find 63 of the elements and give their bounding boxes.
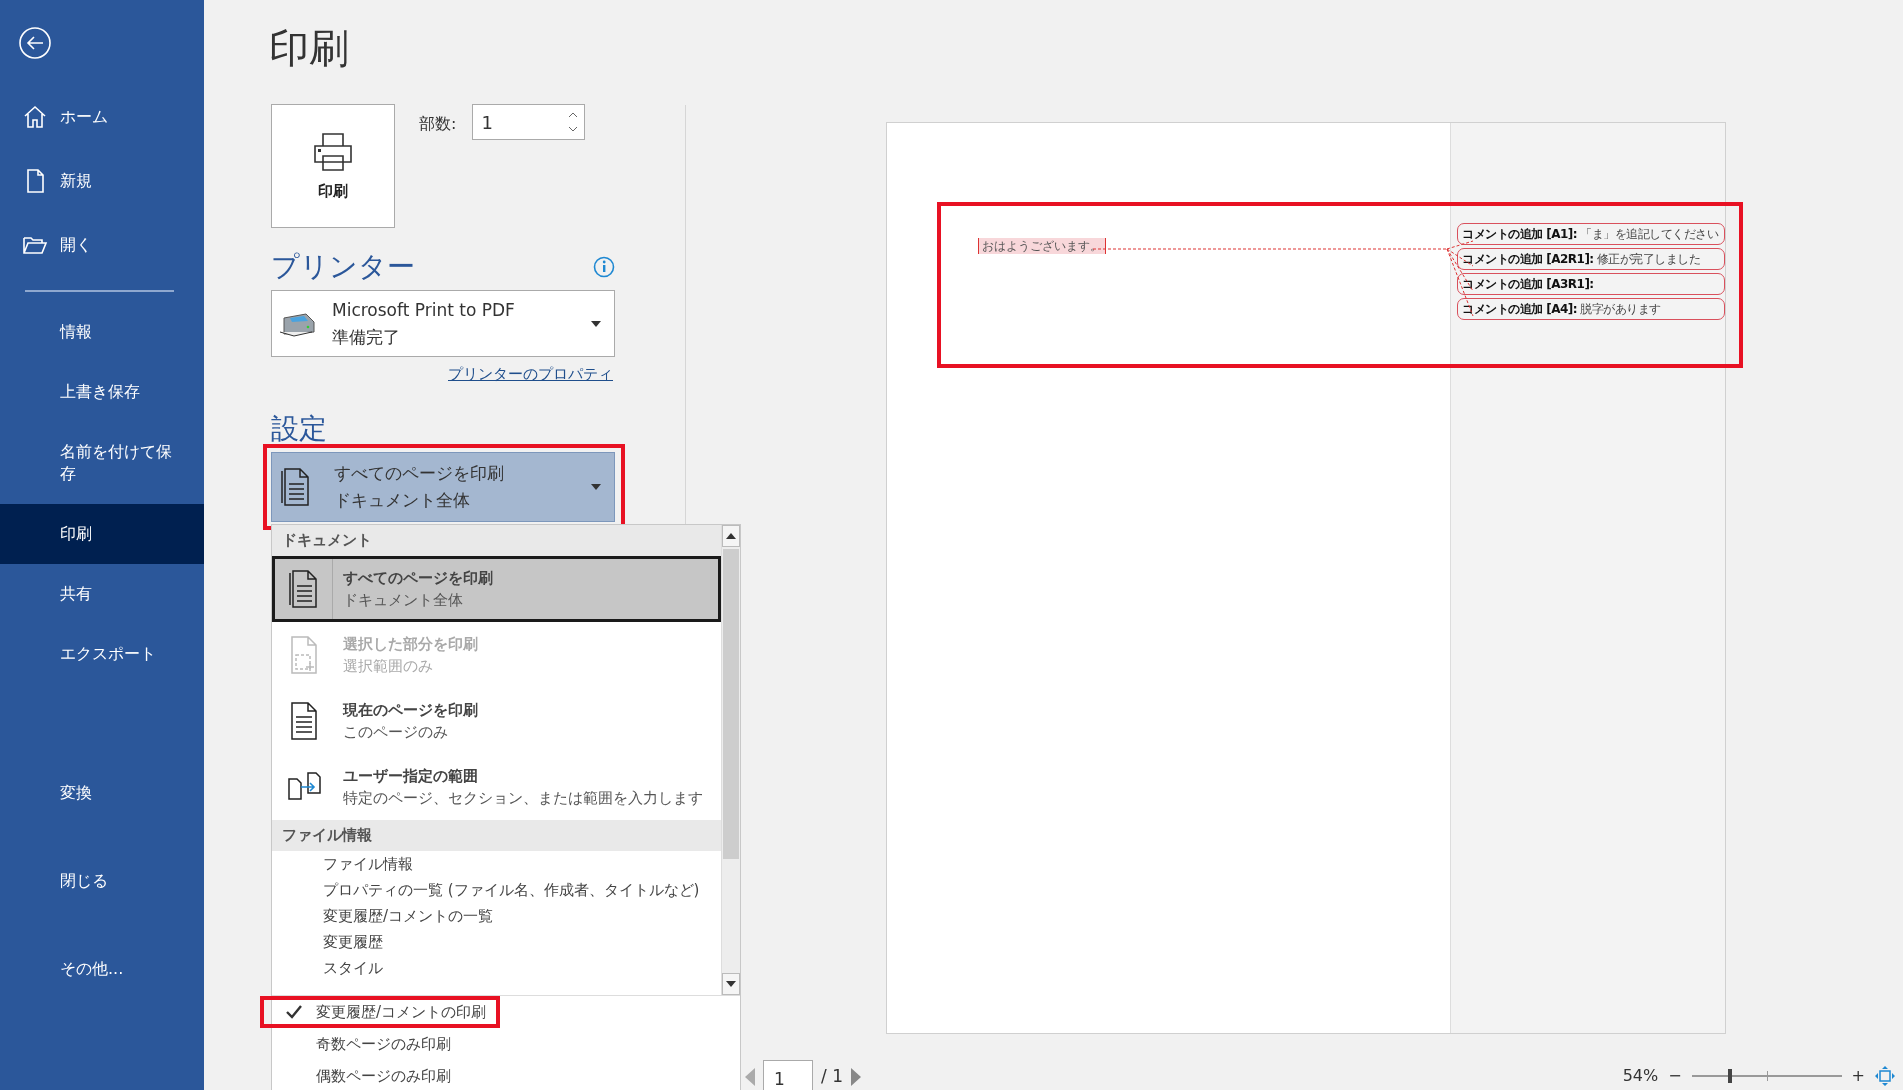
page-total: / 1 bbox=[821, 1065, 843, 1089]
sidebar-item[interactable]: 新規 bbox=[0, 149, 204, 213]
range-title: すべてのページを印刷 bbox=[334, 461, 505, 485]
documents-icon bbox=[278, 466, 312, 507]
caret-icon bbox=[590, 482, 602, 491]
comment-balloon: コメントの追加 [A2R1]: 修正が完了しました bbox=[1457, 248, 1725, 270]
printer-dropdown[interactable]: Microsoft Print to PDF 準備完了 bbox=[271, 290, 615, 357]
printer-name: Microsoft Print to PDF bbox=[332, 298, 516, 322]
zoom-level: 54% bbox=[1622, 1065, 1659, 1087]
spinner-arrows-icon[interactable] bbox=[568, 111, 579, 133]
home-icon bbox=[22, 104, 48, 130]
sidebar-item[interactable]: 閉じる bbox=[0, 851, 204, 911]
comment-balloon: コメントの追加 [A3R1]: bbox=[1457, 273, 1725, 295]
print-range-dropdown[interactable]: すべてのページを印刷 ドキュメント全体 bbox=[271, 451, 615, 522]
scroll-up-icon[interactable] bbox=[726, 533, 736, 539]
menu-toggle[interactable]: 変更履歴/コメントの印刷 bbox=[260, 996, 501, 1028]
printer-status: 準備完了 bbox=[332, 325, 401, 349]
page-title: 印刷 bbox=[269, 24, 350, 73]
info-icon[interactable] bbox=[593, 256, 615, 278]
menu-info-line: 変更履歴/コメントの一覧 bbox=[322, 906, 495, 927]
highlighted-text: おはようございます。 bbox=[978, 238, 1106, 254]
menu-info-line: プロパティの一覧 (ファイル名、作成者、タイトルなど) bbox=[322, 880, 701, 901]
menu-option: 選択した部分を印刷 選択範囲のみ bbox=[272, 622, 721, 688]
menu-option[interactable]: ユーザー指定の範囲 特定のページ、セクション、または範囲を入力します bbox=[272, 754, 721, 820]
sidebar-item[interactable]: その他... bbox=[0, 939, 204, 999]
menu-option[interactable]: すべてのページを印刷 ドキュメント全体 bbox=[272, 556, 721, 622]
printer-properties-link[interactable]: プリンターのプロパティ bbox=[448, 363, 613, 386]
sidebar-item[interactable]: 共有 bbox=[0, 564, 204, 624]
sidebar-item[interactable]: エクスポート bbox=[0, 624, 204, 684]
menu-section-heading: ドキュメント bbox=[272, 525, 721, 556]
print-button[interactable]: 印刷 bbox=[271, 104, 395, 228]
sidebar-item[interactable]: 印刷 bbox=[0, 504, 204, 564]
back-icon[interactable] bbox=[18, 25, 52, 60]
zoom-in-button[interactable]: + bbox=[1851, 1064, 1865, 1088]
menu-info-line: 変更履歴 bbox=[322, 932, 384, 953]
sidebar-item[interactable]: 上書き保存 bbox=[0, 362, 204, 422]
sidebar-item[interactable]: 名前を付けて保存 bbox=[0, 422, 204, 504]
comment-balloon: コメントの追加 [A1]: 「ま」を追記してください bbox=[1457, 223, 1725, 245]
slider-thumb[interactable] bbox=[1728, 1069, 1733, 1083]
menu-option[interactable]: 現在のページを印刷 このページのみ bbox=[272, 688, 721, 754]
check-icon bbox=[286, 1005, 302, 1020]
menu-info-line: スタイル bbox=[322, 958, 384, 979]
menu-toggle[interactable]: 偶数ページのみ印刷 bbox=[268, 1060, 465, 1090]
comment-balloon: コメントの追加 [A4]: 脱字があります bbox=[1457, 298, 1725, 320]
caret-icon bbox=[590, 319, 602, 328]
printer-heading: プリンター bbox=[271, 250, 415, 284]
sidebar-item[interactable]: 変換 bbox=[0, 763, 204, 823]
scroll-down-icon[interactable] bbox=[726, 981, 736, 987]
copies-label: 部数: bbox=[419, 113, 457, 135]
next-page-icon[interactable] bbox=[850, 1068, 861, 1086]
zoom-out-button[interactable]: − bbox=[1668, 1064, 1682, 1088]
sidebar-item[interactable]: 開く bbox=[0, 213, 204, 277]
menu-toggle[interactable]: 奇数ページのみ印刷 bbox=[268, 1028, 465, 1060]
sidebar-item[interactable]: ホーム bbox=[0, 85, 204, 149]
menu-section-heading: ファイル情報 bbox=[272, 820, 721, 851]
menu-info-line: ファイル情報 bbox=[322, 854, 414, 875]
settings-heading: 設定 bbox=[271, 411, 328, 446]
range-subtitle: ドキュメント全体 bbox=[334, 488, 471, 512]
copies-field[interactable]: 1 bbox=[472, 104, 586, 140]
fit-to-window-icon[interactable] bbox=[1875, 1066, 1895, 1086]
sidebar-item[interactable]: 情報 bbox=[0, 302, 204, 362]
page-number-field[interactable]: 1 bbox=[763, 1060, 813, 1090]
scrollbar[interactable] bbox=[721, 525, 740, 995]
